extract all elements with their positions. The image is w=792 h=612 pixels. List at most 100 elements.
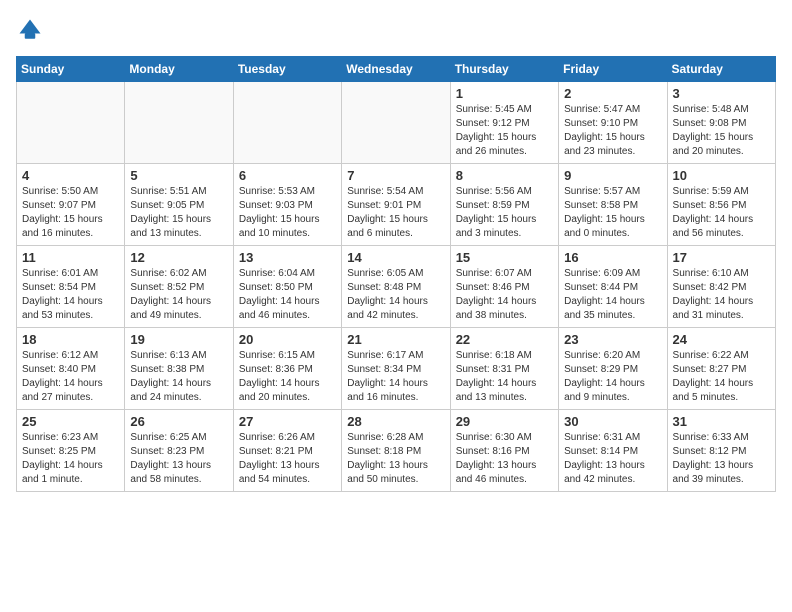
calendar-cell: 2 Sunrise: 5:47 AMSunset: 9:10 PMDaylight…	[559, 82, 667, 164]
calendar-cell: 14 Sunrise: 6:05 AMSunset: 8:48 PMDayligh…	[342, 246, 450, 328]
cell-info: Sunrise: 5:54 AMSunset: 9:01 PMDaylight:…	[347, 185, 444, 241]
cell-info: Sunrise: 6:09 AMSunset: 8:44 PMDaylight:…	[564, 267, 661, 323]
logo-icon	[16, 16, 44, 44]
cell-info: Sunrise: 6:12 AMSunset: 8:40 PMDaylight:…	[22, 349, 119, 405]
calendar-cell: 19 Sunrise: 6:13 AMSunset: 8:38 PMDayligh…	[125, 328, 233, 410]
day-number: 16	[564, 250, 661, 265]
day-number: 18	[22, 332, 119, 347]
calendar-cell: 8 Sunrise: 5:56 AMSunset: 8:59 PMDaylight…	[450, 164, 558, 246]
cell-info: Sunrise: 6:04 AMSunset: 8:50 PMDaylight:…	[239, 267, 336, 323]
cell-info: Sunrise: 6:02 AMSunset: 8:52 PMDaylight:…	[130, 267, 227, 323]
calendar-cell: 11 Sunrise: 6:01 AMSunset: 8:54 PMDayligh…	[17, 246, 125, 328]
day-number: 7	[347, 168, 444, 183]
cell-info: Sunrise: 6:17 AMSunset: 8:34 PMDaylight:…	[347, 349, 444, 405]
day-number: 1	[456, 86, 553, 101]
calendar-cell: 29 Sunrise: 6:30 AMSunset: 8:16 PMDayligh…	[450, 410, 558, 492]
day-number: 6	[239, 168, 336, 183]
calendar-cell: 6 Sunrise: 5:53 AMSunset: 9:03 PMDaylight…	[233, 164, 341, 246]
cell-info: Sunrise: 5:48 AMSunset: 9:08 PMDaylight:…	[673, 103, 770, 159]
cell-info: Sunrise: 6:26 AMSunset: 8:21 PMDaylight:…	[239, 431, 336, 487]
cell-info: Sunrise: 5:53 AMSunset: 9:03 PMDaylight:…	[239, 185, 336, 241]
cell-info: Sunrise: 6:23 AMSunset: 8:25 PMDaylight:…	[22, 431, 119, 487]
calendar-cell: 10 Sunrise: 5:59 AMSunset: 8:56 PMDayligh…	[667, 164, 775, 246]
weekday-header: Friday	[559, 57, 667, 82]
day-number: 14	[347, 250, 444, 265]
calendar-cell	[17, 82, 125, 164]
day-number: 30	[564, 414, 661, 429]
cell-info: Sunrise: 6:33 AMSunset: 8:12 PMDaylight:…	[673, 431, 770, 487]
calendar-cell: 9Sunrise: 5:57 AMSunset: 8:58 PMDaylight…	[559, 164, 667, 246]
cell-info: Sunrise: 6:05 AMSunset: 8:48 PMDaylight:…	[347, 267, 444, 323]
weekday-header: Tuesday	[233, 57, 341, 82]
cell-info: Sunrise: 5:59 AMSunset: 8:56 PMDaylight:…	[673, 185, 770, 241]
calendar-cell: 17Sunrise: 6:10 AMSunset: 8:42 PMDayligh…	[667, 246, 775, 328]
day-number: 2	[564, 86, 661, 101]
calendar-cell: 5 Sunrise: 5:51 AMSunset: 9:05 PMDaylight…	[125, 164, 233, 246]
day-number: 28	[347, 414, 444, 429]
day-number: 17	[673, 250, 770, 265]
calendar-cell: 4Sunrise: 5:50 AMSunset: 9:07 PMDaylight…	[17, 164, 125, 246]
day-number: 25	[22, 414, 119, 429]
calendar-cell: 13 Sunrise: 6:04 AMSunset: 8:50 PMDayligh…	[233, 246, 341, 328]
calendar-cell: 20Sunrise: 6:15 AMSunset: 8:36 PMDayligh…	[233, 328, 341, 410]
day-number: 12	[130, 250, 227, 265]
day-number: 29	[456, 414, 553, 429]
cell-info: Sunrise: 6:18 AMSunset: 8:31 PMDaylight:…	[456, 349, 553, 405]
calendar-cell: 3Sunrise: 5:48 AMSunset: 9:08 PMDaylight…	[667, 82, 775, 164]
cell-info: Sunrise: 6:20 AMSunset: 8:29 PMDaylight:…	[564, 349, 661, 405]
cell-info: Sunrise: 6:07 AMSunset: 8:46 PMDaylight:…	[456, 267, 553, 323]
calendar-cell: 16 Sunrise: 6:09 AMSunset: 8:44 PMDayligh…	[559, 246, 667, 328]
calendar-cell: 7 Sunrise: 5:54 AMSunset: 9:01 PMDaylight…	[342, 164, 450, 246]
day-number: 4	[22, 168, 119, 183]
weekday-header: Thursday	[450, 57, 558, 82]
cell-info: Sunrise: 5:56 AMSunset: 8:59 PMDaylight:…	[456, 185, 553, 241]
calendar-week-row: 18 Sunrise: 6:12 AMSunset: 8:40 PMDayligh…	[17, 328, 776, 410]
day-number: 23	[564, 332, 661, 347]
day-number: 13	[239, 250, 336, 265]
cell-info: Sunrise: 6:13 AMSunset: 8:38 PMDaylight:…	[130, 349, 227, 405]
day-number: 9	[564, 168, 661, 183]
calendar-cell: 31 Sunrise: 6:33 AMSunset: 8:12 PMDayligh…	[667, 410, 775, 492]
calendar-cell: 26 Sunrise: 6:25 AMSunset: 8:23 PMDayligh…	[125, 410, 233, 492]
cell-info: Sunrise: 6:15 AMSunset: 8:36 PMDaylight:…	[239, 349, 336, 405]
calendar-cell	[233, 82, 341, 164]
calendar-cell: 27 Sunrise: 6:26 AMSunset: 8:21 PMDayligh…	[233, 410, 341, 492]
calendar-cell: 30Sunrise: 6:31 AMSunset: 8:14 PMDayligh…	[559, 410, 667, 492]
calendar-cell: 18 Sunrise: 6:12 AMSunset: 8:40 PMDayligh…	[17, 328, 125, 410]
day-number: 27	[239, 414, 336, 429]
calendar-cell: 21 Sunrise: 6:17 AMSunset: 8:34 PMDayligh…	[342, 328, 450, 410]
calendar-cell: 22 Sunrise: 6:18 AMSunset: 8:31 PMDayligh…	[450, 328, 558, 410]
day-number: 22	[456, 332, 553, 347]
day-number: 11	[22, 250, 119, 265]
weekday-header: Saturday	[667, 57, 775, 82]
calendar-week-row: 11 Sunrise: 6:01 AMSunset: 8:54 PMDayligh…	[17, 246, 776, 328]
logo	[16, 16, 48, 44]
day-number: 8	[456, 168, 553, 183]
calendar-cell: 15Sunrise: 6:07 AMSunset: 8:46 PMDayligh…	[450, 246, 558, 328]
weekday-header: Sunday	[17, 57, 125, 82]
day-number: 5	[130, 168, 227, 183]
page-header	[16, 16, 776, 44]
calendar-cell: 25 Sunrise: 6:23 AMSunset: 8:25 PMDayligh…	[17, 410, 125, 492]
cell-info: Sunrise: 6:25 AMSunset: 8:23 PMDaylight:…	[130, 431, 227, 487]
day-number: 10	[673, 168, 770, 183]
calendar-table: SundayMondayTuesdayWednesdayThursdayFrid…	[16, 56, 776, 492]
calendar-cell	[342, 82, 450, 164]
cell-info: Sunrise: 5:47 AMSunset: 9:10 PMDaylight:…	[564, 103, 661, 159]
cell-info: Sunrise: 6:01 AMSunset: 8:54 PMDaylight:…	[22, 267, 119, 323]
cell-info: Sunrise: 5:51 AMSunset: 9:05 PMDaylight:…	[130, 185, 227, 241]
day-number: 21	[347, 332, 444, 347]
cell-info: Sunrise: 6:30 AMSunset: 8:16 PMDaylight:…	[456, 431, 553, 487]
day-number: 19	[130, 332, 227, 347]
cell-info: Sunrise: 6:22 AMSunset: 8:27 PMDaylight:…	[673, 349, 770, 405]
calendar-cell: 28 Sunrise: 6:28 AMSunset: 8:18 PMDayligh…	[342, 410, 450, 492]
header-row: SundayMondayTuesdayWednesdayThursdayFrid…	[17, 57, 776, 82]
day-number: 31	[673, 414, 770, 429]
day-number: 26	[130, 414, 227, 429]
weekday-header: Wednesday	[342, 57, 450, 82]
calendar-week-row: 1Sunrise: 5:45 AMSunset: 9:12 PMDaylight…	[17, 82, 776, 164]
weekday-header: Monday	[125, 57, 233, 82]
calendar-cell: 23 Sunrise: 6:20 AMSunset: 8:29 PMDayligh…	[559, 328, 667, 410]
day-number: 24	[673, 332, 770, 347]
cell-info: Sunrise: 6:28 AMSunset: 8:18 PMDaylight:…	[347, 431, 444, 487]
